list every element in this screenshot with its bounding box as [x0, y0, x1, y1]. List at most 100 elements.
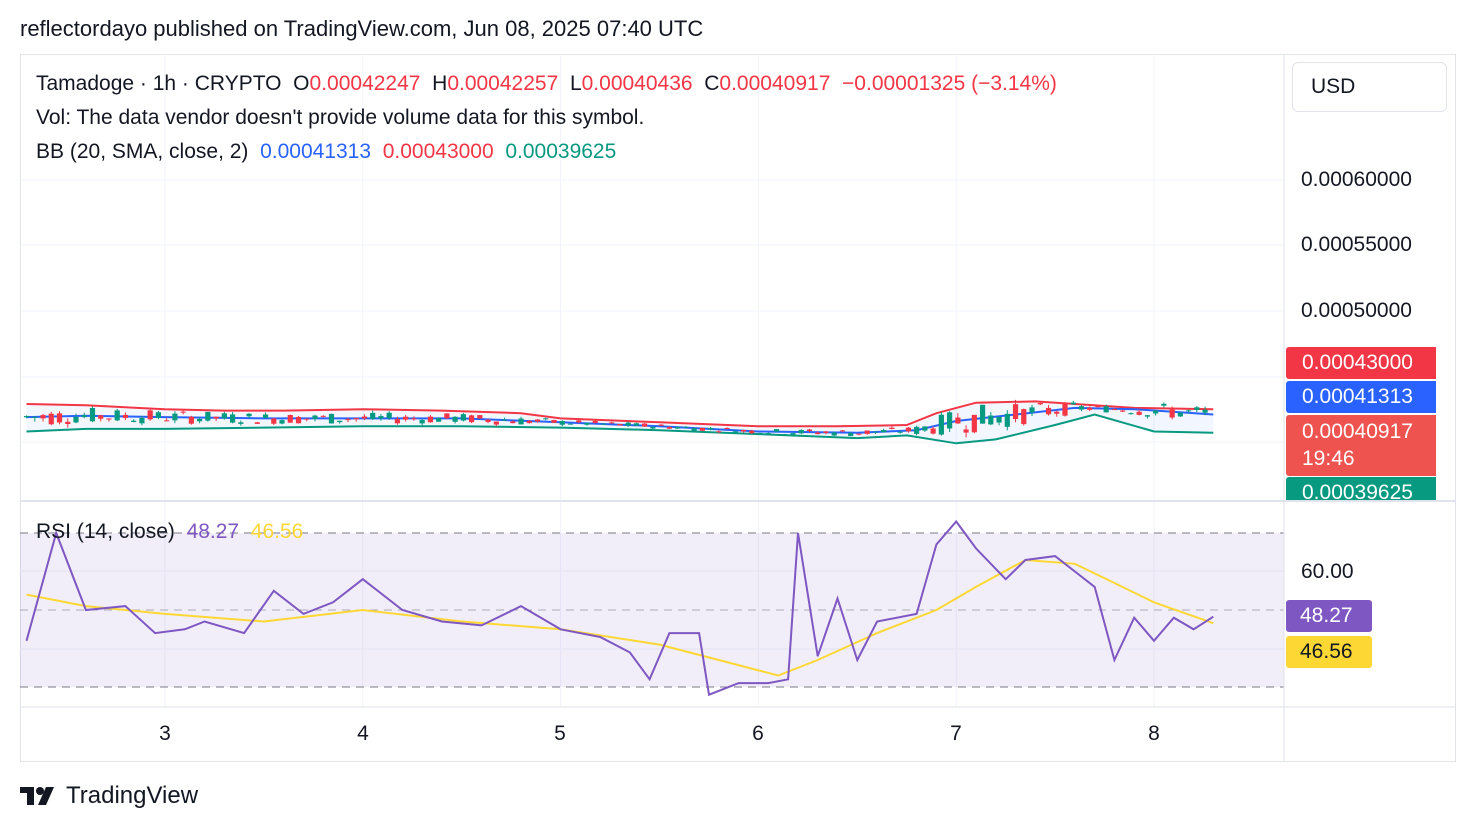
time-tick: 6 [752, 722, 764, 745]
rsi-ma-value: 46.56 [250, 520, 304, 543]
candle-body [238, 422, 244, 424]
price-tick: 0.00055000 [1301, 233, 1412, 256]
candle-body [1202, 409, 1208, 413]
candle-body [114, 410, 120, 421]
candle-body [576, 420, 582, 423]
high-label: H [432, 72, 448, 95]
candle-body [221, 413, 227, 419]
candle-body [56, 413, 63, 423]
candle-body [345, 419, 351, 421]
candle-body [963, 429, 969, 433]
brand-footer[interactable]: TradingView [20, 782, 198, 810]
bar-countdown: 19:46 [1302, 447, 1355, 470]
candle-body [287, 415, 293, 423]
candle-body [600, 423, 607, 425]
candle-body [848, 433, 854, 437]
candle-body [856, 433, 862, 435]
candle-body [1177, 412, 1183, 417]
candle-body [864, 430, 870, 434]
candle-body [304, 418, 310, 420]
candle-body [1021, 409, 1027, 425]
candle-body [1062, 403, 1068, 416]
symbol-legend[interactable]: Tamadoge · 1h · CRYPTO O0.00042247 H0.00… [36, 72, 1057, 96]
symbol-name[interactable]: Tamadoge · 1h · CRYPTO [36, 72, 282, 95]
open-value: 0.00042247 [309, 72, 421, 95]
candle-body [510, 421, 516, 424]
tradingview-logo-icon [20, 785, 60, 807]
candle-body [1186, 410, 1192, 412]
candle-body [699, 427, 705, 431]
candle-body [460, 414, 466, 421]
candle-body [650, 426, 656, 429]
candle-body [1111, 409, 1118, 411]
candle-body [205, 411, 211, 421]
candle-body [1078, 406, 1085, 410]
candle-body [1012, 404, 1019, 419]
candle-body [444, 413, 450, 419]
brand-name: TradingView [66, 782, 199, 809]
candle-body [749, 430, 755, 434]
candle-body [386, 412, 392, 418]
candle-body [584, 422, 590, 425]
candle-body [938, 414, 944, 435]
candle-body [922, 426, 928, 431]
candle-body [1070, 402, 1076, 405]
candle-body [707, 428, 714, 430]
candle-body [246, 413, 252, 417]
bb-legend[interactable]: BB (20, SMA, close, 2) 0.00041313 0.0004… [36, 140, 616, 164]
candle-body [559, 420, 565, 425]
rsi-label[interactable]: RSI (14, close) [36, 520, 175, 543]
candle-body [765, 433, 771, 435]
candle-body [518, 418, 524, 425]
bb-lower-tag: 0.00039625 [1286, 477, 1436, 500]
candle-body [468, 415, 475, 423]
candle-body [881, 430, 887, 433]
candle-body [271, 418, 277, 424]
candle-body [1136, 411, 1142, 415]
candle-body [905, 427, 911, 432]
candle-body [48, 413, 54, 425]
bb-label[interactable]: BB (20, SMA, close, 2) [36, 140, 248, 163]
candle-body [98, 415, 104, 419]
candle-body [131, 420, 137, 422]
candle-body [971, 414, 977, 433]
candle-body [180, 411, 186, 413]
candle-body [312, 415, 318, 419]
price-tick: 0.00050000 [1301, 299, 1412, 322]
candle-body [411, 418, 417, 420]
candle-body [1029, 407, 1035, 413]
candle-body [427, 416, 433, 423]
candle-body [1045, 407, 1052, 415]
candle-body [1095, 406, 1101, 408]
candle-body [806, 429, 813, 432]
candle-body [23, 415, 30, 418]
candle-body [1144, 415, 1151, 417]
candle-body [1037, 402, 1043, 405]
bb-basis-tag: 0.00041313 [1286, 381, 1436, 413]
volume-note: Vol: The data vendor doesn't provide vol… [36, 106, 645, 129]
bb-upper-tag: 0.00043000 [1286, 347, 1436, 379]
rsi-tag: 48.27 [1286, 600, 1372, 632]
candle-body [89, 408, 96, 422]
candle-body [790, 433, 796, 435]
candle-body [452, 416, 458, 422]
currency-button[interactable]: USD [1292, 62, 1447, 112]
time-tick: 8 [1148, 722, 1160, 745]
candle-body [279, 420, 285, 424]
candle-body [773, 429, 780, 432]
candle-body [782, 434, 788, 436]
candle-body [213, 416, 219, 419]
candle-body [543, 418, 549, 420]
candle-body [485, 419, 491, 423]
rsi-legend[interactable]: RSI (14, close) 48.27 46.56 [36, 520, 303, 544]
candle-body [477, 415, 483, 419]
candle-body [757, 432, 763, 435]
candle-body [122, 414, 129, 418]
candle-body [262, 414, 269, 418]
candle-body [955, 417, 961, 424]
open-label: O [293, 72, 310, 95]
candle-body [740, 430, 747, 432]
candle-body [1120, 410, 1126, 412]
candle-body [683, 426, 689, 428]
candle-body [164, 420, 170, 422]
